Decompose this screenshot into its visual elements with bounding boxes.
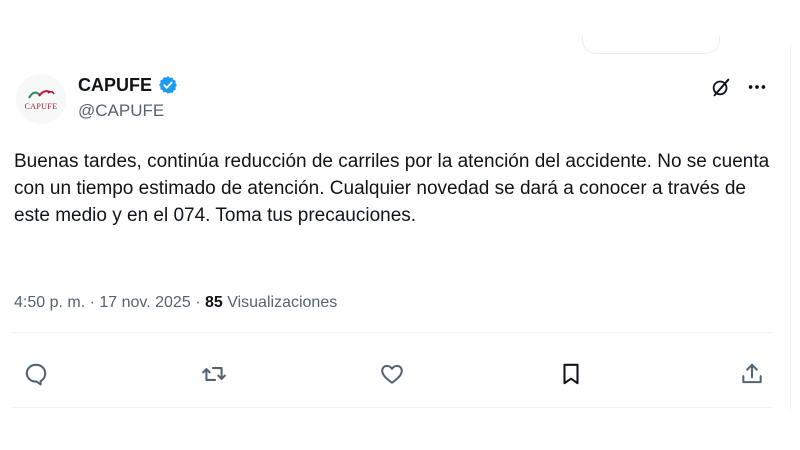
reply-button[interactable]	[18, 356, 54, 392]
share-button[interactable]	[734, 356, 770, 392]
like-button[interactable]	[374, 356, 410, 392]
share-icon	[742, 363, 762, 384]
tweet: CAPUFE CAPUFE @CAPUFE Buenas tardes, con…	[12, 66, 772, 408]
verified-badge-icon[interactable]	[158, 75, 178, 95]
tweet-meta: 4:50 p. m. · 17 nov. 2025 · 85 Visualiza…	[14, 294, 337, 312]
more-options-icon[interactable]	[746, 76, 768, 98]
top-bar-remnant	[582, 36, 720, 54]
tweet-action-bar	[12, 356, 772, 392]
views-label[interactable]: Visualizaciones	[227, 294, 337, 311]
user-handle[interactable]: @CAPUFE	[78, 101, 164, 121]
author-name-row: CAPUFE	[78, 74, 178, 96]
tweet-text: Buenas tardes, continúa reducción de car…	[14, 151, 770, 226]
tweet-top-actions	[710, 76, 768, 98]
bookmark-icon	[563, 363, 579, 385]
grok-icon[interactable]	[710, 76, 732, 98]
meta-separator: ·	[195, 294, 201, 311]
tweet-date[interactable]: 17 nov. 2025	[99, 294, 190, 311]
avatar[interactable]: CAPUFE	[16, 74, 66, 124]
logo-mark-icon	[28, 90, 55, 99]
tweet-time[interactable]: 4:50 p. m.	[14, 294, 85, 311]
retweet-icon	[202, 367, 226, 381]
like-icon	[381, 364, 403, 384]
avatar-label: CAPUFE	[24, 102, 58, 111]
meta-separator: ·	[89, 294, 95, 311]
scroll-edge	[790, 44, 791, 410]
page: CAPUFE CAPUFE @CAPUFE Buenas tardes, con…	[0, 0, 800, 450]
views-count[interactable]: 85	[205, 294, 223, 311]
retweet-button[interactable]	[196, 356, 232, 392]
bookmark-button[interactable]	[553, 356, 589, 392]
divider	[12, 332, 772, 333]
display-name[interactable]: CAPUFE	[78, 75, 152, 96]
reply-icon	[25, 363, 47, 386]
